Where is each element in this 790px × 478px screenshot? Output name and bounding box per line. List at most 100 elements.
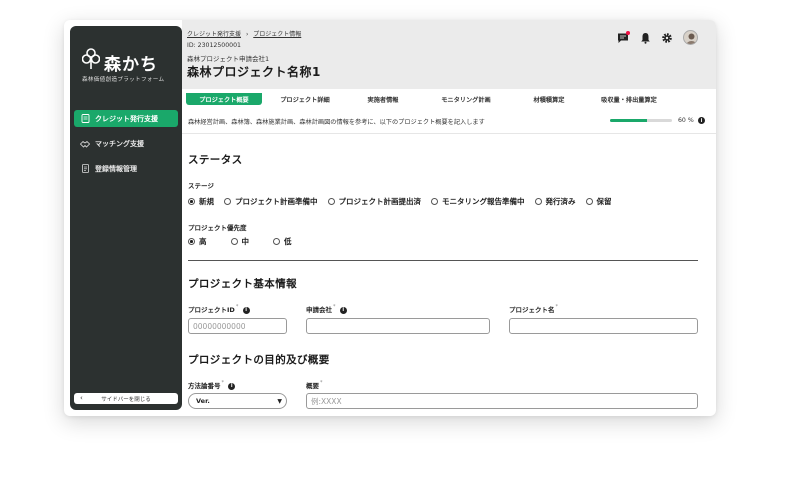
radio-button[interactable] bbox=[585, 198, 593, 205]
company-label: 申請会社* i bbox=[306, 304, 347, 314]
progress-bar bbox=[610, 119, 672, 122]
sidebar-item-matching[interactable]: マッチング支援 bbox=[74, 135, 178, 152]
caret-down-icon: ▼ bbox=[277, 398, 282, 405]
required-mark: * bbox=[333, 304, 336, 310]
status-section-title: ステータス bbox=[188, 154, 243, 166]
sidebar-item-label: クレジット発行支援 bbox=[95, 114, 158, 123]
project-id-label: プロジェクトID* i bbox=[188, 304, 250, 314]
radio-button[interactable] bbox=[327, 198, 335, 205]
stage-radio-group: 新規 プロジェクト計画準備中 プロジェクト計画提出済 モニタリング報告準備中 発… bbox=[188, 196, 622, 207]
sidebar-item-label: マッチング支援 bbox=[95, 139, 144, 148]
radio-label: プロジェクト計画準備中 bbox=[235, 197, 318, 206]
page-title: 森林プロジェクト名称1 bbox=[187, 65, 321, 79]
credit-icon bbox=[80, 114, 90, 124]
radio-button[interactable] bbox=[224, 198, 231, 205]
summary-label: 概要* bbox=[306, 380, 323, 390]
collapse-sidebar-button[interactable]: ‹ サイドバーを閉じる bbox=[74, 393, 178, 404]
radio-label: 新規 bbox=[199, 197, 214, 206]
project-name-label: プロジェクト名* bbox=[509, 304, 558, 314]
tab-monitoring[interactable]: モニタリング計画 bbox=[418, 93, 514, 105]
avatar[interactable] bbox=[683, 30, 698, 45]
radio-label: プロジェクト計画提出済 bbox=[338, 197, 422, 206]
breadcrumb-current[interactable]: プロジェクト情報 bbox=[253, 31, 301, 38]
project-id: ID: 23012500001 bbox=[187, 42, 241, 49]
radio-button[interactable] bbox=[188, 198, 195, 205]
required-mark: * bbox=[320, 380, 323, 386]
sidebar: 森かち 森林価値創造プラットフォーム クレジット発行支援 マッチング支援 登録情… bbox=[70, 26, 182, 410]
info-icon[interactable]: i bbox=[339, 306, 347, 314]
breadcrumb-separator: › bbox=[245, 31, 249, 38]
stage-radio-hold[interactable]: 保留 bbox=[585, 196, 612, 207]
document-icon bbox=[80, 164, 90, 174]
stage-radio-new[interactable]: 新規 bbox=[188, 196, 214, 207]
priority-label: プロジェクト優先度 bbox=[188, 224, 247, 232]
priority-radio-high[interactable]: 高 bbox=[188, 236, 207, 247]
stage-radio-monitoring[interactable]: モニタリング報告準備中 bbox=[431, 196, 525, 207]
collapse-label: サイドバーを閉じる bbox=[101, 396, 151, 403]
tab-details[interactable]: プロジェクト詳細 bbox=[262, 93, 348, 105]
tab-emission[interactable]: 吸収量・排出量算定 bbox=[584, 93, 674, 105]
radio-button[interactable] bbox=[534, 198, 542, 205]
label-text: 申請会社 bbox=[306, 306, 332, 314]
required-mark: * bbox=[235, 304, 239, 310]
progress-fill bbox=[610, 119, 648, 122]
tab-operator[interactable]: 実施者情報 bbox=[348, 93, 418, 105]
description-text: 森林経営計画、森林簿、森林施業計画、森林計画図の情報を参考に、以下のプロジェクト… bbox=[188, 119, 485, 126]
section-divider bbox=[188, 260, 698, 261]
label-text: プロジェクト名 bbox=[509, 306, 555, 314]
info-icon[interactable]: i bbox=[698, 117, 705, 124]
required-mark: * bbox=[221, 380, 225, 386]
chat-icon[interactable] bbox=[617, 30, 630, 44]
priority-radio-medium[interactable]: 中 bbox=[230, 236, 250, 247]
app-window: 森かち 森林価値創造プラットフォーム クレジット発行支援 マッチング支援 登録情… bbox=[64, 20, 716, 416]
select-value: Ver. bbox=[196, 397, 210, 405]
breadcrumb: クレジット発行支援 › プロジェクト情報 bbox=[187, 29, 301, 38]
radio-label: 発行済み bbox=[545, 197, 576, 206]
radio-button[interactable] bbox=[431, 198, 438, 205]
chevron-left-icon: ‹ bbox=[80, 394, 83, 402]
method-label: 方法論番号* i bbox=[188, 380, 236, 390]
stage-radio-plan-preparing[interactable]: プロジェクト計画準備中 bbox=[224, 196, 318, 207]
required-mark: * bbox=[555, 304, 559, 310]
sidebar-nav: クレジット発行支援 マッチング支援 登録情報管理 bbox=[74, 110, 178, 185]
radio-button[interactable] bbox=[273, 238, 280, 245]
gear-icon[interactable] bbox=[661, 32, 673, 44]
tab-bar: プロジェクト概要 プロジェクト詳細 実施者情報 モニタリング計画 材積積算定 吸… bbox=[184, 89, 716, 105]
tab-volume[interactable]: 材積積算定 bbox=[514, 93, 584, 105]
basic-section-title: プロジェクト基本情報 bbox=[188, 278, 297, 290]
radio-label: 低 bbox=[284, 237, 292, 246]
bell-icon[interactable] bbox=[639, 32, 651, 44]
radio-button[interactable] bbox=[230, 238, 238, 245]
label-text: プロジェクトID bbox=[188, 306, 235, 314]
label-text: 概要 bbox=[306, 382, 319, 390]
sidebar-item-registration[interactable]: 登録情報管理 bbox=[74, 160, 178, 177]
company-input[interactable] bbox=[306, 318, 490, 334]
label-text: 方法論番号 bbox=[188, 382, 221, 390]
sidebar-item-label: 登録情報管理 bbox=[95, 164, 137, 173]
stage-radio-plan-submitted[interactable]: プロジェクト計画提出済 bbox=[327, 196, 422, 207]
summary-input[interactable] bbox=[306, 393, 698, 409]
radio-label: モニタリング報告準備中 bbox=[442, 197, 525, 206]
progress-label: 60 % bbox=[678, 117, 694, 124]
handshake-icon bbox=[80, 139, 90, 149]
tab-overview[interactable]: プロジェクト概要 bbox=[186, 93, 262, 105]
breadcrumb-link[interactable]: クレジット発行支援 bbox=[187, 31, 241, 38]
stage-label: ステージ bbox=[188, 182, 214, 190]
page-header: クレジット発行支援 › プロジェクト情報 ID: 23012500001 森林プ… bbox=[182, 20, 716, 89]
radio-label: 高 bbox=[199, 237, 207, 246]
method-select[interactable]: Ver. ▼ bbox=[188, 393, 287, 409]
priority-radio-low[interactable]: 低 bbox=[273, 236, 292, 247]
purpose-section-title: プロジェクトの目的及び概要 bbox=[188, 354, 330, 366]
logo-subtitle: 森林価値創造プラットフォーム bbox=[82, 77, 165, 83]
stage-radio-issued[interactable]: 発行済み bbox=[534, 196, 576, 207]
priority-radio-group: 高 中 低 bbox=[188, 236, 302, 247]
project-name-input[interactable] bbox=[509, 318, 698, 334]
radio-label: 中 bbox=[241, 237, 250, 246]
radio-button[interactable] bbox=[188, 238, 195, 245]
sidebar-item-credit[interactable]: クレジット発行支援 bbox=[74, 110, 178, 127]
logo-text: 森かち bbox=[104, 55, 158, 75]
project-company: 森林プロジェクト申請会社1 bbox=[187, 55, 270, 63]
project-id-input[interactable] bbox=[188, 318, 287, 334]
info-icon[interactable]: i bbox=[242, 306, 250, 314]
info-icon[interactable]: i bbox=[228, 382, 236, 390]
